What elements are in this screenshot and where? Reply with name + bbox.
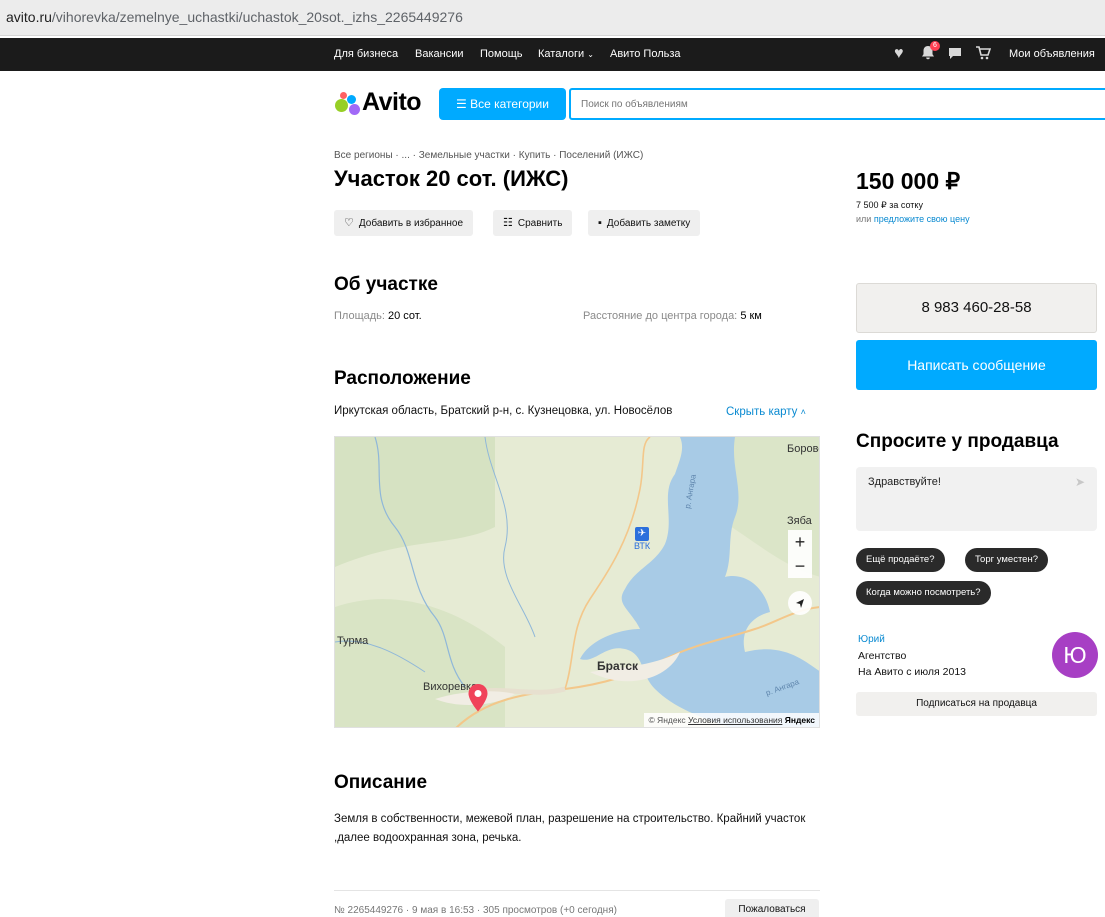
send-icon[interactable]: ➤ (1075, 475, 1085, 489)
map-label-borovskoy: Боровс (787, 443, 819, 455)
logo-dots-icon (334, 89, 360, 115)
browser-address-bar[interactable]: avito.ru/vihorevka/zemelnye_uchastki/uch… (0, 0, 1105, 36)
nav-link-business[interactable]: Для бизнеса (334, 48, 398, 60)
hide-map-link[interactable]: Скрыть карту ˄ (726, 406, 806, 418)
page-title: Участок 20 сот. (ИЖС) (334, 166, 569, 191)
breadcrumb[interactable]: Все регионы · ... · Земельные участки · … (334, 150, 643, 161)
top-navigation: Для бизнеса Вакансии Помощь Каталоги ⌄ А… (0, 38, 1105, 71)
map-label-vtk: ВТК (634, 541, 651, 551)
seller-type: Агентство (858, 650, 907, 662)
chat-icon[interactable] (947, 45, 963, 66)
distance-param: Расстояние до центра города: 5 км (583, 310, 762, 322)
description-heading: Описание (334, 772, 428, 793)
nav-link-avito-polza[interactable]: Авито Польза (610, 48, 681, 60)
subscribe-seller-button[interactable]: Подписаться на продавца (856, 692, 1097, 716)
address-text: Иркутская область, Братский р-н, с. Кузн… (334, 405, 673, 417)
avatar[interactable]: Ю (1052, 632, 1098, 678)
chevron-up-icon: ˄ (800, 407, 806, 417)
logo-text: Avito (362, 87, 422, 116)
ask-seller-heading: Спросите у продавца (856, 431, 1059, 452)
map-attribution: © Яндекс Условия использования Яндекс (644, 713, 819, 727)
nav-link-vacancies[interactable]: Вакансии (415, 48, 464, 60)
distance-label: Расстояние до центра города: (583, 310, 738, 322)
map-terrain (335, 437, 819, 727)
avito-logo[interactable]: Avito (334, 87, 422, 116)
add-note-label: Добавить заметку (606, 218, 691, 229)
map-label-turma: Турма (337, 635, 369, 647)
quick-question-viewing[interactable]: Когда можно посмотреть? (856, 581, 991, 605)
nav-link-catalogs-label: Каталоги (538, 48, 585, 60)
ask-seller-message: Здравствуйте! (868, 476, 941, 488)
url-text[interactable]: avito.ru/vihorevka/zemelnye_uchastki/uch… (6, 9, 463, 25)
offer-prefix: или (856, 214, 872, 224)
price-per-sotka: 7 500 ₽ за сотку (856, 200, 923, 210)
ask-seller-input[interactable]: Здравствуйте! ➤ (856, 467, 1097, 531)
url-path: /vihorevka/zemelnye_uchastki/uchastok_20… (51, 9, 463, 25)
distance-value: 5 км (740, 310, 762, 322)
map-label-bratsk: Братск (597, 659, 639, 673)
about-heading: Об участке (334, 274, 438, 295)
navigation-arrow-icon (796, 599, 804, 608)
show-phone-button[interactable]: 8 983 460-28-58 (856, 283, 1097, 333)
locate-button[interactable] (788, 591, 812, 615)
all-categories-label: Все категории (470, 97, 549, 111)
map-label-zyaba: Зяба (787, 515, 812, 527)
location-heading: Расположение (334, 368, 471, 389)
quick-question-bargain[interactable]: Торг уместен? (965, 548, 1048, 572)
divider (334, 890, 820, 891)
listing-meta: № 2265449276 · 9 мая в 16:53 · 305 просм… (334, 905, 617, 916)
complain-button[interactable]: Пожаловаться (725, 899, 819, 917)
heart-icon[interactable]: ♥ (894, 45, 904, 63)
seller-since: На Авито с июля 2013 (858, 666, 966, 678)
map-copyright: © Яндекс (648, 715, 686, 725)
menu-search-icon: ☰ (456, 97, 467, 111)
hide-map-label: Скрыть карту (726, 406, 798, 418)
write-message-button[interactable]: Написать сообщение (856, 340, 1097, 390)
area-param: Площадь: 20 сот. (334, 310, 422, 322)
note-icon: ▪ (598, 217, 602, 229)
compare-label: Сравнить (517, 218, 563, 229)
nav-link-catalogs[interactable]: Каталоги ⌄ (538, 48, 594, 60)
zoom-out-button[interactable]: − (788, 554, 812, 578)
chevron-down-icon: ⌄ (587, 50, 594, 59)
all-categories-button[interactable]: ☰ Все категории (439, 88, 566, 120)
offer-price-link[interactable]: предложите свою цену (874, 214, 970, 224)
map-pin-icon[interactable] (467, 683, 489, 713)
location-map[interactable]: Боровс Зяба ✈ ВТК р. Ангара Турма Братск… (334, 436, 820, 728)
my-ads-link[interactable]: Мои объявления (1009, 48, 1095, 60)
seller-name-link[interactable]: Юрий (858, 634, 885, 645)
area-value: 20 сот. (388, 310, 422, 322)
url-domain: avito.ru (6, 9, 52, 25)
quick-question-still-selling[interactable]: Ещё продаёте? (856, 548, 945, 572)
add-to-favorites-label: Добавить в избранное (358, 218, 464, 229)
map-terms-link[interactable]: Условия использования (688, 715, 782, 725)
heart-outline-icon: ♡ (344, 217, 354, 229)
zoom-in-button[interactable]: + (788, 530, 812, 554)
nav-link-help[interactable]: Помощь (480, 48, 523, 60)
compare-button[interactable]: ☷ Сравнить (493, 210, 573, 236)
description-text: Земля в собственности, межевой план, раз… (334, 813, 806, 844)
airport-icon: ✈ (635, 527, 649, 541)
cart-icon[interactable] (975, 45, 992, 66)
area-label: Площадь: (334, 310, 385, 322)
yandex-logo[interactable]: Яндекс (785, 715, 815, 725)
search-input[interactable] (569, 88, 1105, 120)
price: 150 000 ₽ (856, 168, 961, 194)
notifications-badge: 6 (930, 41, 940, 51)
add-to-favorites-button[interactable]: ♡ Добавить в избранное (334, 210, 474, 236)
offer-price-line: или предложите свою цену (856, 214, 970, 224)
compare-icon: ☷ (503, 217, 513, 229)
add-note-button[interactable]: ▪ Добавить заметку (588, 210, 701, 236)
